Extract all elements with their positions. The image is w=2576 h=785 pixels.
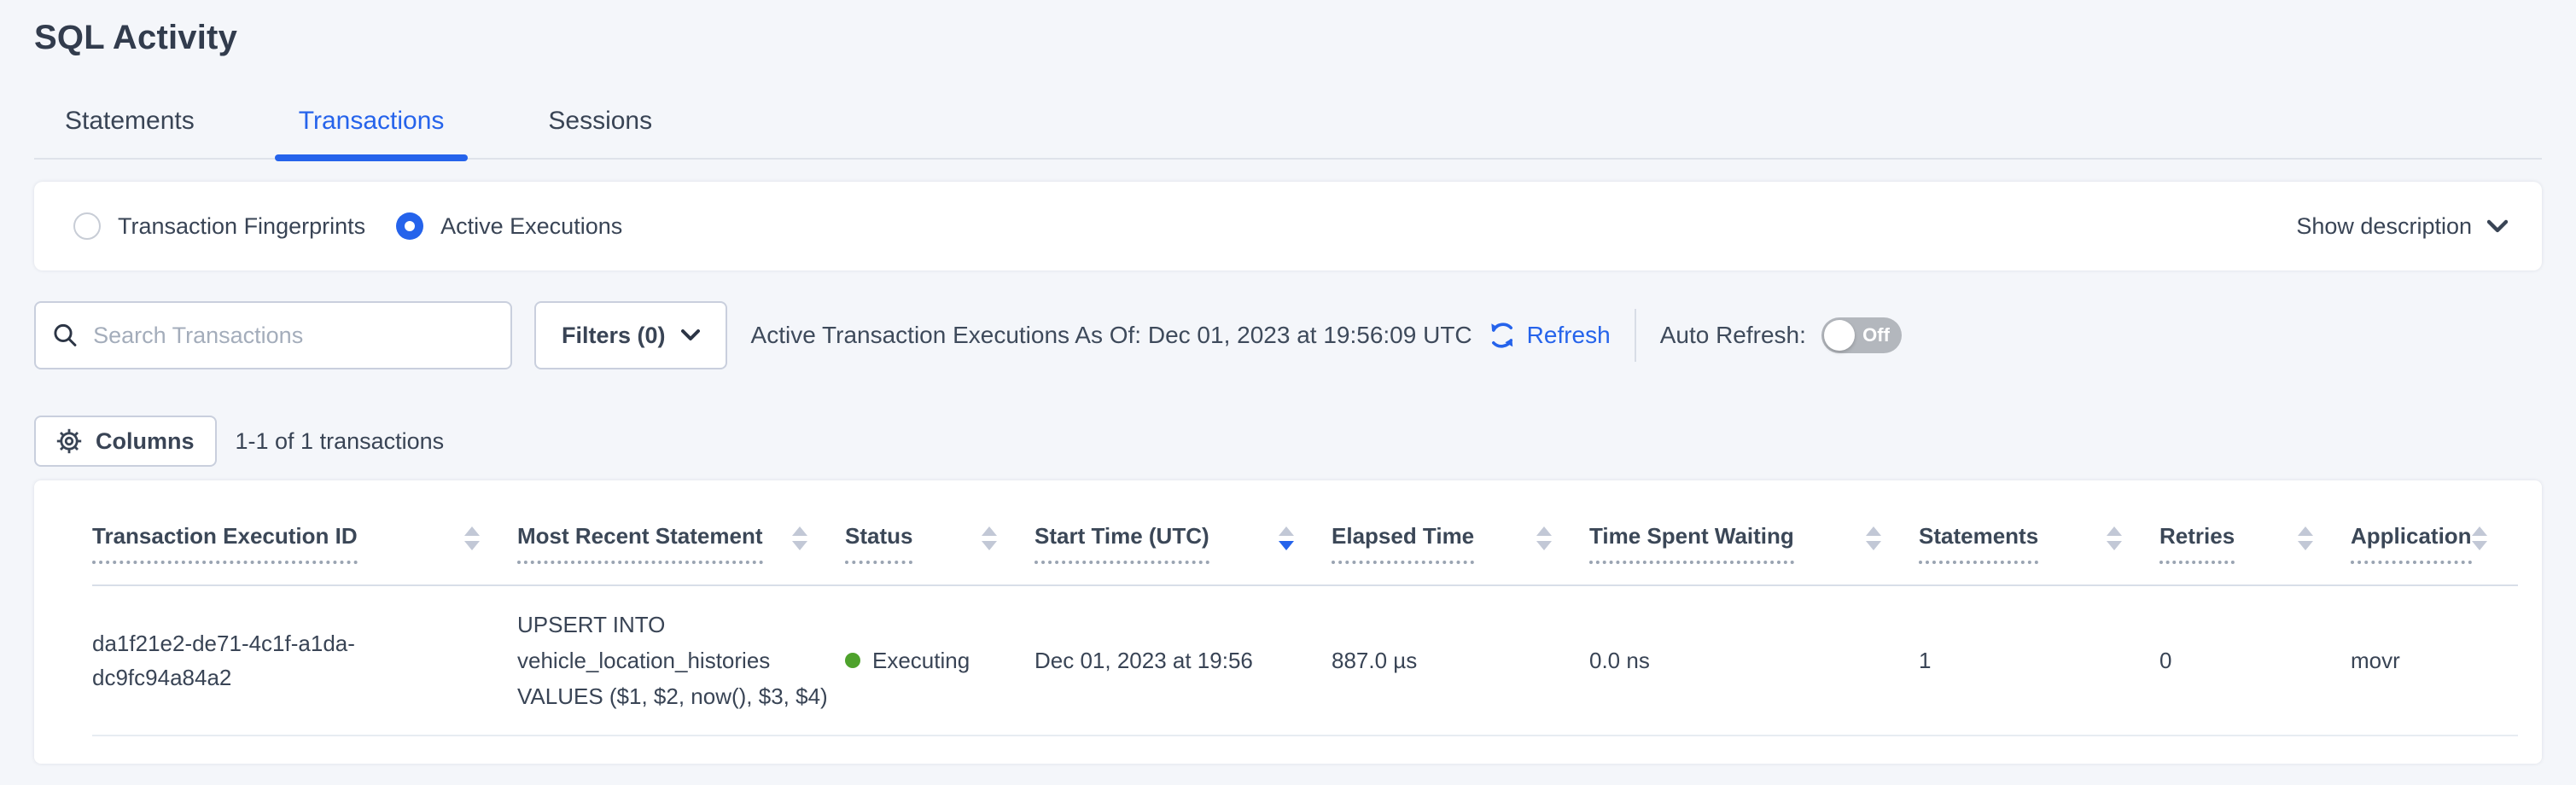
column-header-retries[interactable]: Retries bbox=[2159, 521, 2351, 564]
columns-button[interactable]: Columns bbox=[34, 416, 217, 467]
sort-icon[interactable] bbox=[464, 526, 480, 550]
search-input[interactable] bbox=[93, 323, 493, 349]
sort-icon-descending[interactable] bbox=[1279, 526, 1294, 550]
table-row: da1f21e2-de71-4c1f-a1da-dc9fc94a84a2 UPS… bbox=[92, 586, 2518, 736]
toolbar-divider bbox=[1635, 309, 1636, 362]
tab-statements[interactable]: Statements bbox=[41, 93, 219, 158]
radio-selected-icon[interactable] bbox=[396, 212, 423, 240]
chevron-down-icon bbox=[681, 329, 700, 341]
refresh-icon bbox=[1488, 321, 1517, 350]
cell-time-spent-waiting: 0.0 ns bbox=[1589, 643, 1919, 677]
sort-icon[interactable] bbox=[2107, 526, 2122, 550]
toggle-knob[interactable] bbox=[1824, 320, 1855, 351]
column-header-status[interactable]: Status bbox=[845, 521, 1034, 564]
sort-icon[interactable] bbox=[982, 526, 997, 550]
sort-icon[interactable] bbox=[2298, 526, 2313, 550]
cell-retries: 0 bbox=[2159, 643, 2351, 677]
radio-label[interactable]: Transaction Fingerprints bbox=[118, 213, 365, 240]
search-icon bbox=[53, 322, 78, 349]
executing-status-dot-icon bbox=[845, 653, 860, 668]
show-description-toggle[interactable]: Show description bbox=[2296, 213, 2508, 240]
as-of-timestamp: Active Transaction Executions As Of: Dec… bbox=[751, 322, 1472, 349]
sort-icon[interactable] bbox=[2472, 526, 2487, 550]
cell-elapsed-time: 887.0 µs bbox=[1332, 643, 1589, 677]
radio-unselected-icon[interactable] bbox=[73, 212, 101, 240]
column-header-most-recent-statement[interactable]: Most Recent Statement bbox=[517, 521, 845, 564]
sort-icon[interactable] bbox=[1866, 526, 1881, 550]
column-header-statements[interactable]: Statements bbox=[1919, 521, 2159, 564]
columns-button-label[interactable]: Columns bbox=[96, 428, 195, 455]
refresh-button[interactable]: Refresh bbox=[1488, 321, 1611, 350]
auto-refresh-toggle[interactable]: Off bbox=[1821, 317, 1902, 353]
gear-icon bbox=[56, 428, 82, 454]
column-header-transaction-execution-id[interactable]: Transaction Execution ID bbox=[92, 521, 517, 564]
search-box[interactable] bbox=[34, 301, 512, 369]
chevron-down-icon bbox=[2487, 219, 2508, 233]
results-count: 1-1 of 1 transactions bbox=[236, 428, 445, 455]
radio-label[interactable]: Active Executions bbox=[440, 213, 622, 240]
toggle-state-label: Off bbox=[1862, 324, 1890, 346]
cell-transaction-execution-id[interactable]: da1f21e2-de71-4c1f-a1da-dc9fc94a84a2 bbox=[92, 626, 396, 695]
auto-refresh-label: Auto Refresh: bbox=[1660, 322, 1806, 349]
column-header-time-spent-waiting[interactable]: Time Spent Waiting bbox=[1589, 521, 1919, 564]
filters-button[interactable]: Filters (0) bbox=[534, 301, 727, 369]
tab-sessions[interactable]: Sessions bbox=[524, 93, 676, 158]
table-header-row: Transaction Execution ID Most Recent Sta… bbox=[92, 480, 2518, 586]
column-header-elapsed-time[interactable]: Elapsed Time bbox=[1332, 521, 1589, 564]
page-title: SQL Activity bbox=[34, 0, 2542, 57]
column-header-application[interactable]: Application bbox=[2351, 521, 2518, 564]
cell-most-recent-statement: UPSERT INTO vehicle_location_histories V… bbox=[517, 607, 845, 714]
cell-statements: 1 bbox=[1919, 643, 2159, 677]
sql-activity-page: SQL Activity Statements Transactions Ses… bbox=[0, 0, 2576, 785]
radio-transaction-fingerprints[interactable]: Transaction Fingerprints bbox=[73, 212, 365, 240]
cell-start-time: Dec 01, 2023 at 19:56 bbox=[1034, 643, 1332, 677]
show-description-label[interactable]: Show description bbox=[2296, 213, 2472, 240]
sort-icon[interactable] bbox=[1536, 526, 1552, 550]
toolbar: Filters (0) Active Transaction Execution… bbox=[34, 301, 2542, 369]
column-header-start-time[interactable]: Start Time (UTC) bbox=[1034, 521, 1332, 564]
sort-icon[interactable] bbox=[792, 526, 807, 550]
cell-status: Executing bbox=[845, 643, 1034, 677]
filters-label[interactable]: Filters (0) bbox=[562, 323, 666, 349]
results-row: Columns 1-1 of 1 transactions bbox=[34, 416, 2542, 467]
transactions-table: Transaction Execution ID Most Recent Sta… bbox=[34, 480, 2542, 764]
cell-application: movr bbox=[2351, 643, 2518, 677]
refresh-label[interactable]: Refresh bbox=[1527, 322, 1611, 349]
tab-transactions[interactable]: Transactions bbox=[275, 93, 469, 158]
view-mode-card: Transaction Fingerprints Active Executio… bbox=[34, 182, 2542, 270]
status-label: Executing bbox=[872, 643, 970, 677]
tab-bar: Statements Transactions Sessions bbox=[34, 93, 2542, 160]
radio-active-executions[interactable]: Active Executions bbox=[396, 212, 622, 240]
